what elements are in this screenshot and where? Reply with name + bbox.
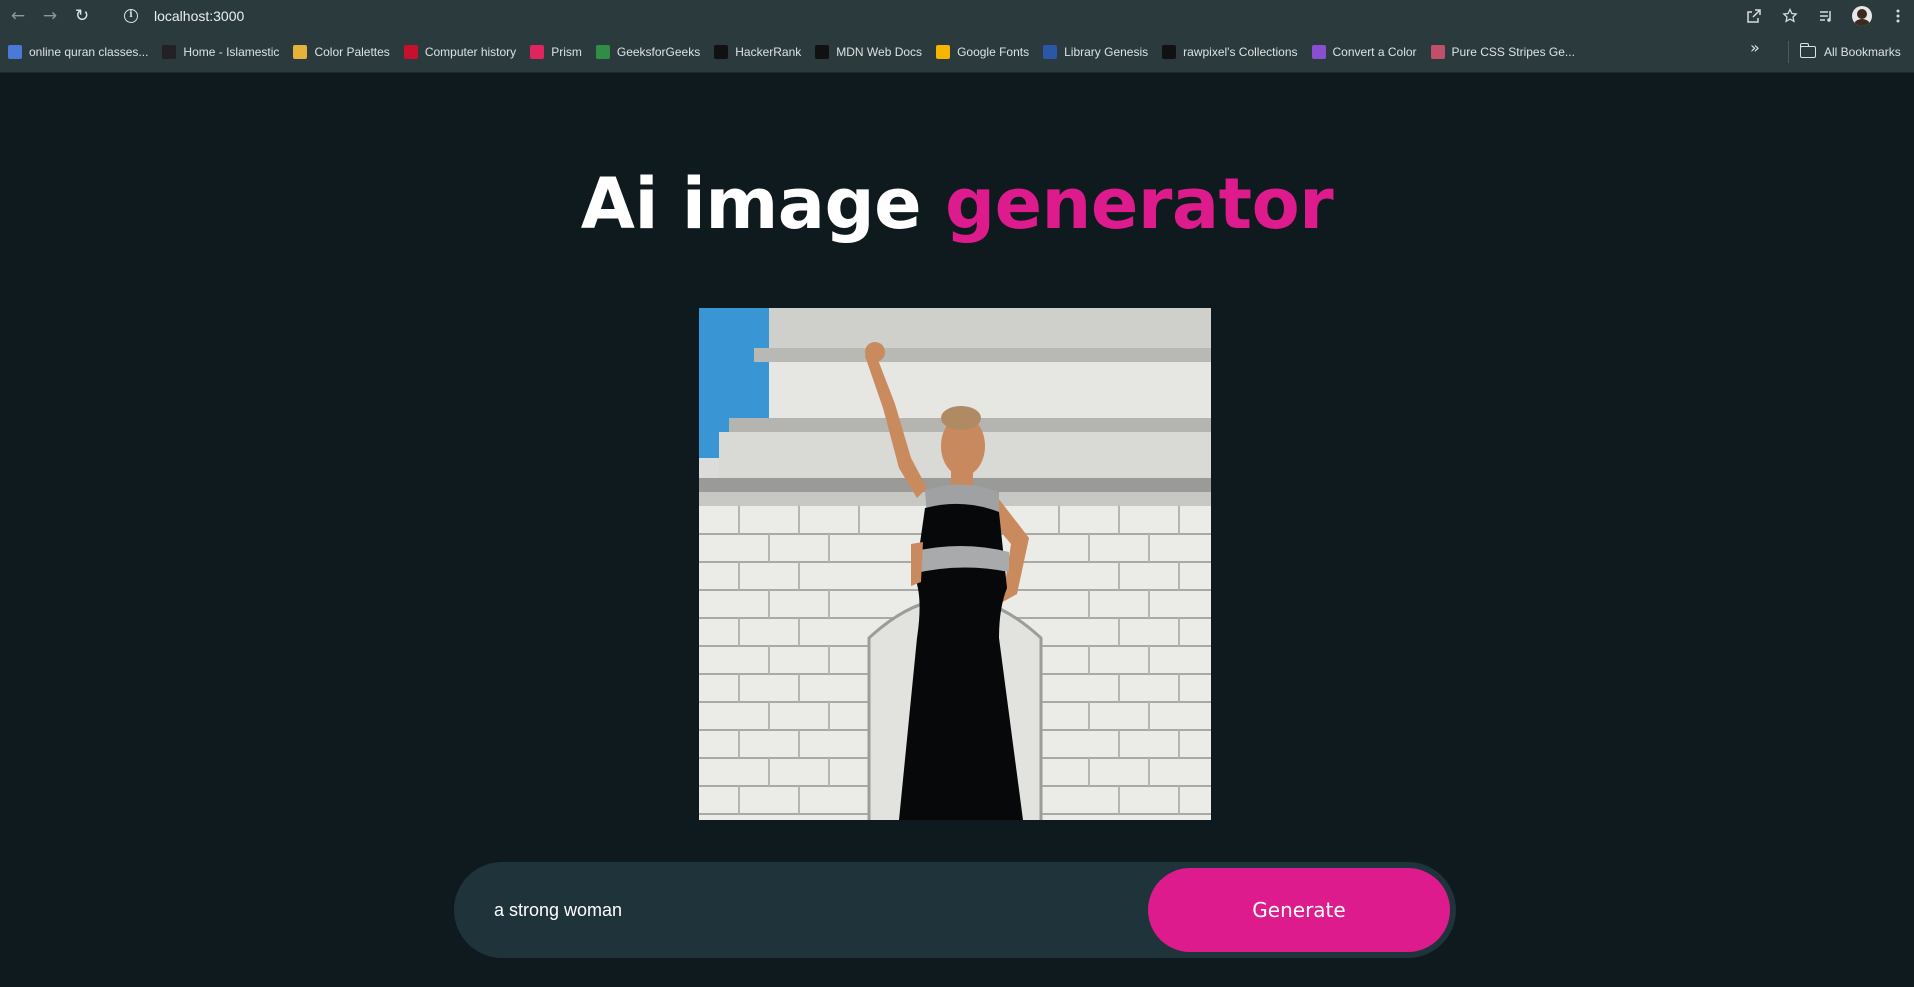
open-in-new-window-icon[interactable] [1744, 6, 1764, 26]
bookmark-item[interactable]: online quran classes... [2, 38, 154, 66]
bookmark-item[interactable]: Computer history [398, 38, 522, 66]
bookmark-item[interactable]: Home - Islamestic [156, 38, 285, 66]
site-info-icon[interactable]: i [124, 9, 138, 23]
globe-favicon [8, 45, 22, 59]
url-text[interactable]: localhost:3000 [154, 8, 244, 24]
bookmark-item[interactable]: Pure CSS Stripes Ge... [1425, 38, 1581, 66]
bookmark-item[interactable]: rawpixel's Collections [1156, 38, 1303, 66]
bookmark-item[interactable]: Color Palettes [287, 38, 395, 66]
bookmark-label: Convert a Color [1332, 45, 1417, 59]
bookmarks-bar: online quran classes... Home - Islamestic… [0, 32, 1914, 73]
bookmark-item[interactable]: Google Fonts [930, 38, 1035, 66]
mdn-favicon [815, 45, 830, 59]
bookmark-item[interactable]: Prism [524, 38, 588, 66]
gfg-favicon [595, 45, 610, 59]
bookmarks-divider [1788, 41, 1789, 63]
prompt-input[interactable] [494, 890, 1134, 930]
more-bookmarks-chevron-icon[interactable]: » [1750, 38, 1760, 57]
bookmark-item[interactable]: MDN Web Docs [809, 38, 928, 66]
all-bookmarks-button[interactable]: All Bookmarks [1799, 38, 1901, 66]
bookmark-label: MDN Web Docs [836, 45, 923, 59]
forward-arrow-icon[interactable]: → [36, 2, 64, 30]
bookmark-item[interactable]: Convert a Color [1306, 38, 1423, 66]
bookmark-label: Home - Islamestic [183, 45, 280, 59]
kebab-menu-icon[interactable] [1888, 6, 1908, 26]
libgen-favicon [1043, 45, 1058, 59]
browser-toolbar: ← → ↻ i localhost:3000 [0, 0, 1914, 32]
stripes-favicon [1430, 45, 1445, 59]
toolbar-actions [1744, 3, 1908, 29]
star-bookmark-icon[interactable] [1780, 6, 1800, 26]
bookmark-item[interactable]: GeeksforGeeks [590, 38, 706, 66]
rawpixel-favicon [1162, 45, 1177, 59]
back-arrow-icon[interactable]: ← [4, 2, 32, 30]
bookmark-label: Pure CSS Stripes Ge... [1451, 45, 1575, 59]
convert-favicon [1311, 45, 1326, 59]
page-title: Ai image generator [0, 163, 1914, 245]
all-bookmarks-label: All Bookmarks [1824, 45, 1901, 59]
bookmark-label: rawpixel's Collections [1183, 45, 1298, 59]
google-fonts-favicon [936, 45, 951, 59]
reload-icon[interactable]: ↻ [68, 2, 96, 30]
bookmark-label: Library Genesis [1064, 45, 1149, 59]
bookmark-label: online quran classes... [29, 45, 149, 59]
bookmark-label: HackerRank [735, 45, 802, 59]
islamestic-favicon [162, 45, 177, 59]
c-favicon [403, 45, 418, 59]
prompt-bar: Generate [454, 862, 1456, 958]
bookmark-label: Google Fonts [957, 45, 1030, 59]
bookmark-item[interactable]: HackerRank [708, 38, 807, 66]
prism-favicon [530, 45, 545, 59]
bookmark-label: Prism [551, 45, 582, 59]
title-accent-text: generator [944, 163, 1334, 245]
bookmark-label: Color Palettes [314, 45, 390, 59]
folder-icon [1799, 43, 1816, 58]
bookmark-label: Computer history [424, 45, 517, 59]
title-text: Ai image [580, 163, 945, 245]
hackerrank-favicon [714, 45, 729, 59]
palette-favicon [293, 45, 308, 59]
bookmark-label: GeeksforGeeks [616, 45, 701, 59]
generated-image-illustration [699, 308, 1211, 820]
generate-button[interactable]: Generate [1148, 868, 1450, 952]
address-bar[interactable]: i localhost:3000 [112, 3, 1722, 29]
bookmark-item[interactable]: Library Genesis [1037, 38, 1154, 66]
media-control-icon[interactable] [1816, 6, 1836, 26]
profile-avatar[interactable] [1852, 6, 1872, 26]
generated-image [699, 308, 1211, 820]
